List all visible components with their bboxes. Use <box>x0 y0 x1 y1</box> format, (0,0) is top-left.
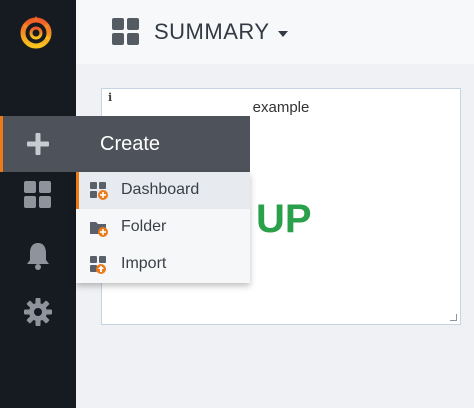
gear-icon[interactable] <box>18 292 58 332</box>
panel-title[interactable]: example <box>102 99 460 116</box>
plus-icon <box>27 133 49 155</box>
menu-item-label: Folder <box>121 218 167 235</box>
menu-item-label: Dashboard <box>121 181 200 198</box>
create-menu-title: Create <box>100 133 161 155</box>
active-accent <box>76 172 79 209</box>
create-menu-header[interactable]: Create <box>0 116 250 172</box>
dashboard-header: SUMMARY <box>76 0 474 64</box>
menu-item-folder[interactable]: Folder <box>76 209 250 246</box>
dashboard-grid-icon <box>112 18 139 45</box>
caret-down-icon[interactable] <box>277 31 288 37</box>
menu-item-dashboard[interactable]: Dashboard <box>76 172 250 209</box>
grafana-logo[interactable] <box>14 10 58 54</box>
sidebar <box>0 0 76 408</box>
bell-icon[interactable] <box>18 236 58 276</box>
dashboard-title[interactable]: SUMMARY <box>154 19 270 45</box>
import-icon <box>90 256 106 274</box>
resize-handle[interactable] <box>450 314 457 321</box>
active-accent <box>0 116 3 172</box>
panel-value: UP <box>256 197 312 241</box>
create-menu: Dashboard Folder Import <box>76 172 250 283</box>
folder-plus-icon <box>90 222 108 237</box>
menu-item-label: Import <box>121 255 167 272</box>
menu-item-import[interactable]: Import <box>76 246 250 283</box>
dashboards-icon[interactable] <box>18 175 58 215</box>
dashboard-plus-icon <box>90 182 108 200</box>
